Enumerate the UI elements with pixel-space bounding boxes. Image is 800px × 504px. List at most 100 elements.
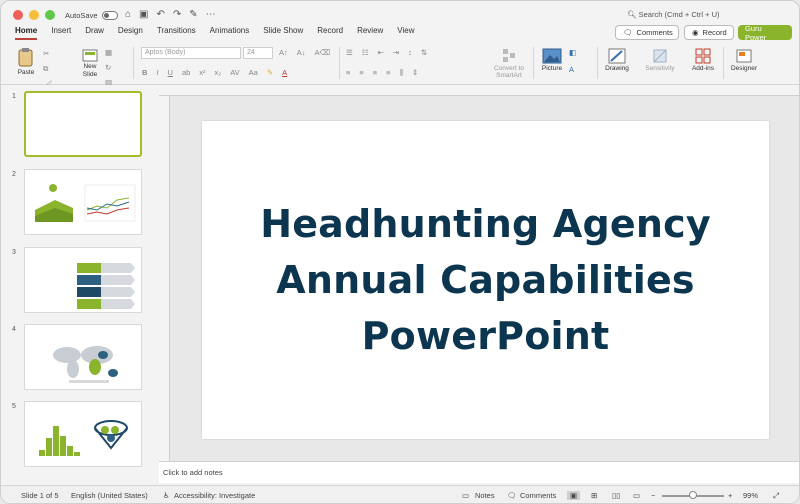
tab-insert[interactable]: Insert: [51, 26, 71, 40]
shapes-icon[interactable]: ◧: [569, 48, 576, 57]
slide-thumbnail-2[interactable]: [24, 169, 142, 235]
strikethrough-icon[interactable]: ab: [182, 68, 190, 77]
notes-icon: ▭: [462, 491, 470, 500]
current-slide[interactable]: Headhunting Agency Annual Capabilities P…: [202, 121, 769, 439]
search-placeholder: Search (Cmd + Ctrl + U): [638, 10, 720, 19]
accessibility-status[interactable]: Accessibility: Investigate: [174, 491, 255, 500]
search-icon: 🔍︎: [627, 10, 637, 19]
slide-thumbnail-4[interactable]: [24, 324, 142, 390]
slide-thumbnail-5[interactable]: [24, 401, 142, 467]
maximize-button[interactable]: [45, 10, 55, 20]
reading-view-icon[interactable]: ▯▯: [612, 491, 620, 500]
decrease-indent-icon[interactable]: ⇤: [377, 48, 383, 57]
slideshow-view-icon[interactable]: ▭: [633, 491, 640, 500]
tab-home[interactable]: Home: [15, 26, 38, 40]
increase-font-icon[interactable]: A↑: [279, 48, 288, 57]
tab-record[interactable]: Record: [317, 26, 343, 40]
font-name-select[interactable]: Aptos (Body): [141, 47, 241, 59]
vertical-align-icon[interactable]: ⇕: [412, 68, 418, 78]
align-right-icon[interactable]: ≡: [373, 68, 377, 78]
bold-icon[interactable]: B: [142, 68, 147, 77]
designer-button[interactable]: Designer: [728, 47, 760, 72]
record-button[interactable]: ◉ Record: [684, 25, 734, 40]
align-center-icon[interactable]: ≡: [359, 68, 363, 78]
slide-number: 1: [12, 93, 16, 100]
autosave-toggle[interactable]: [102, 11, 118, 20]
slide-sorter-icon[interactable]: ⊞: [591, 491, 597, 500]
copy-icon[interactable]: ⧉: [43, 64, 53, 74]
subscript-icon[interactable]: x₂: [215, 68, 222, 77]
slide-thumbnail-3[interactable]: [24, 247, 142, 313]
justify-icon[interactable]: ≡: [386, 68, 390, 78]
format-painter-icon[interactable]: ✎: [189, 9, 197, 20]
slide-thumbnail-1[interactable]: [24, 91, 142, 157]
tab-slide-show[interactable]: Slide Show: [263, 26, 303, 40]
notes-pane[interactable]: Click to add notes: [159, 461, 799, 483]
redo-icon[interactable]: ↷: [173, 9, 181, 20]
textbox-icon[interactable]: A: [569, 65, 576, 74]
comments-button[interactable]: 🗨︎ Comments: [615, 25, 679, 40]
superscript-icon[interactable]: x²: [199, 68, 205, 77]
tab-design[interactable]: Design: [118, 26, 143, 40]
comments-button-label: Comments: [636, 28, 673, 37]
numbering-icon[interactable]: ☷: [362, 48, 369, 57]
slide-number: 5: [12, 403, 16, 410]
zoom-slider-thumb[interactable]: [689, 491, 697, 499]
guru-power-button[interactable]: Guru Power: [738, 24, 792, 42]
font-style-buttons: B I U ab x² x₂ AV Aa ✎ A: [142, 68, 287, 77]
comments-toggle[interactable]: Comments: [520, 491, 556, 500]
increase-indent-icon[interactable]: ⇥: [393, 48, 399, 57]
alignment-buttons: ≡ ≡ ≡ ≡ ⫼ ⇕: [346, 68, 418, 78]
convert-smartart-button[interactable]: Convert to SmartArt: [487, 47, 531, 79]
tab-view[interactable]: View: [397, 26, 414, 40]
thumb-2-graphic: [35, 184, 136, 222]
undo-icon[interactable]: ↶: [157, 9, 165, 20]
italic-icon[interactable]: I: [156, 68, 158, 77]
sensitivity-label: Sensitivity: [645, 65, 675, 72]
font-size-select[interactable]: 24: [243, 47, 273, 59]
tab-draw[interactable]: Draw: [85, 26, 104, 40]
change-case-icon[interactable]: Aa: [249, 68, 258, 77]
slide-counter: Slide 1 of 5: [21, 491, 59, 500]
sensitivity-button[interactable]: Sensitivity: [642, 47, 678, 72]
highlight-icon[interactable]: ✎: [267, 68, 273, 77]
tab-animations[interactable]: Animations: [210, 26, 250, 40]
slide-number: 4: [12, 326, 16, 333]
zoom-level[interactable]: 99%: [743, 491, 758, 500]
picture-button[interactable]: Picture: [538, 47, 566, 72]
more-icon[interactable]: ⋯: [206, 9, 216, 20]
char-spacing-icon[interactable]: AV: [230, 68, 239, 77]
paste-button[interactable]: Paste: [13, 47, 39, 76]
tab-review[interactable]: Review: [357, 26, 383, 40]
reset-icon[interactable]: ↻: [105, 63, 112, 72]
search-field[interactable]: 🔍︎ Search (Cmd + Ctrl + U): [627, 10, 719, 19]
drawing-button[interactable]: Drawing: [602, 47, 632, 72]
notes-toggle[interactable]: Notes: [475, 491, 495, 500]
decrease-font-icon[interactable]: A↓: [297, 48, 306, 57]
normal-view-icon[interactable]: ▣: [567, 491, 581, 500]
slide-title[interactable]: Headhunting Agency Annual Capabilities P…: [260, 196, 711, 364]
home-icon[interactable]: ⌂: [125, 9, 131, 20]
fit-slide-icon[interactable]: ⤢: [773, 491, 779, 501]
title-bar: AutoSave ⌂ ▣ ↶ ↷ ✎ ⋯ 🔍︎ Search (Cmd + Ct…: [1, 1, 799, 23]
columns-icon[interactable]: ⫼: [400, 68, 403, 78]
cut-icon[interactable]: ✂: [43, 49, 53, 58]
line-spacing-icon[interactable]: ↕: [408, 48, 412, 57]
save-icon[interactable]: ▣: [139, 9, 148, 20]
language-indicator[interactable]: English (United States): [71, 491, 148, 500]
addins-button[interactable]: Add-ins: [689, 47, 717, 72]
designer-label: Designer: [730, 65, 757, 72]
font-color-icon[interactable]: A: [282, 68, 287, 77]
underline-icon[interactable]: U: [168, 68, 173, 77]
align-left-icon[interactable]: ≡: [346, 68, 350, 78]
layout-icon[interactable]: ▦: [105, 48, 112, 57]
zoom-out-icon[interactable]: −: [651, 491, 655, 500]
zoom-in-icon[interactable]: +: [728, 491, 732, 500]
tab-transitions[interactable]: Transitions: [157, 26, 196, 40]
minimize-button[interactable]: [29, 10, 39, 20]
new-slide-button[interactable]: New Slide: [78, 47, 102, 79]
text-direction-icon[interactable]: ⇅: [421, 48, 427, 57]
bullets-icon[interactable]: ☰: [346, 48, 353, 57]
close-button[interactable]: [13, 10, 23, 20]
clear-format-icon[interactable]: A⌫: [315, 48, 331, 57]
